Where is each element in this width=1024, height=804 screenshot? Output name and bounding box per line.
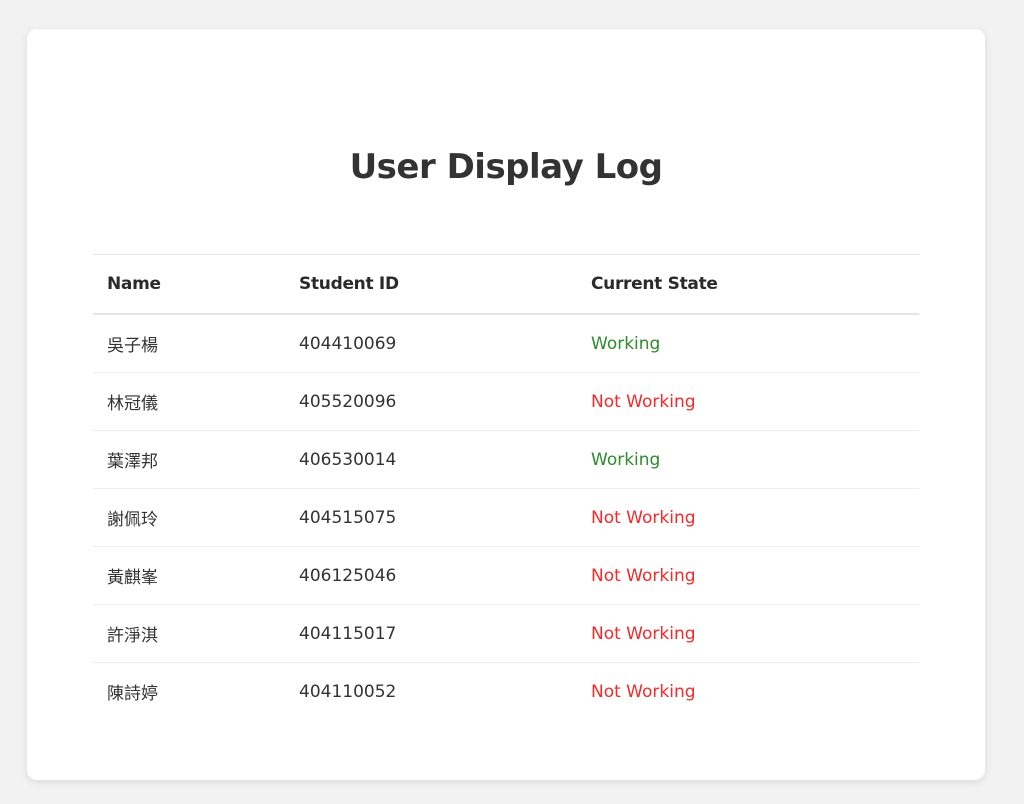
table-row: 陳詩婷 404110052 Not Working <box>93 663 919 721</box>
table-row: 黃麒峯 406125046 Not Working <box>93 546 919 605</box>
state-badge: Working <box>577 430 919 489</box>
state-badge: Not Working <box>591 681 696 702</box>
state-badge: Working <box>577 314 919 373</box>
user-name[interactable]: 許淨淇 <box>93 604 285 663</box>
user-name[interactable]: 謝佩玲 <box>93 488 285 547</box>
table-row: 許淨淇 404115017 Not Working <box>93 604 919 663</box>
state-badge: Not Working <box>577 604 919 663</box>
table-header-row: Name Student ID Current State <box>93 254 919 315</box>
student-id: 405520096 <box>285 372 577 431</box>
state-badge: Not Working <box>577 488 919 547</box>
log-card: User Display Log Name Student ID Current… <box>27 29 985 780</box>
table-row: 謝佩玲 404515075 Not Working <box>93 488 919 547</box>
state-badge: Not Working <box>577 546 919 605</box>
column-header-current-state: Current State <box>577 254 919 315</box>
table-row: 葉澤邦 406530014 Working <box>93 430 919 489</box>
user-name[interactable]: 林冠儀 <box>93 372 285 431</box>
student-id: 404515075 <box>285 488 577 547</box>
student-id: 404115017 <box>285 604 577 663</box>
page-title: User Display Log <box>349 147 663 187</box>
user-log-table: Name Student ID Current State 吳子楊 404410… <box>93 254 919 720</box>
student-id: 406125046 <box>285 546 577 605</box>
column-header-name: Name <box>93 254 285 315</box>
user-name[interactable]: 陳詩婷 <box>93 663 285 721</box>
student-id: 406530014 <box>285 430 577 489</box>
table-row: 林冠儀 405520096 Not Working <box>93 372 919 431</box>
column-header-student-id: Student ID <box>285 254 577 315</box>
state-badge: Not Working <box>577 372 919 431</box>
student-id: 404110052 <box>299 681 397 702</box>
user-name[interactable]: 葉澤邦 <box>93 430 285 489</box>
table-row: 吳子楊 404410069 Working <box>93 314 919 373</box>
user-name[interactable]: 黃麒峯 <box>93 546 285 605</box>
student-id: 404410069 <box>285 314 577 373</box>
user-name[interactable]: 吳子楊 <box>93 314 285 373</box>
